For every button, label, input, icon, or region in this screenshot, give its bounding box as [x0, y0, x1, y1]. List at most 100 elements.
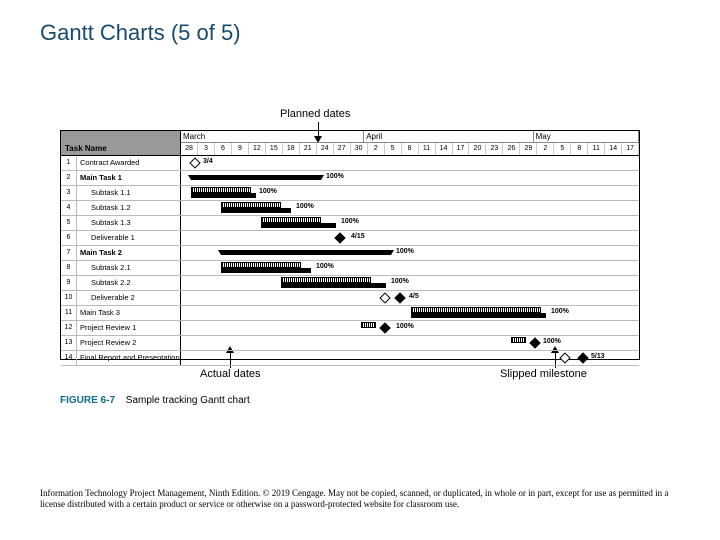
table-row: 1Contract Awarded3/4: [61, 156, 639, 171]
gantt-cell: 4/5: [181, 291, 639, 305]
gantt-bar: [221, 208, 291, 213]
day-label: 18: [283, 143, 300, 155]
bar-label: 100%: [543, 338, 561, 345]
milestone-icon: [394, 292, 405, 303]
milestone-icon: [559, 352, 570, 363]
day-label: 6: [215, 143, 232, 155]
bar-label: 4/5: [409, 293, 419, 300]
milestone-icon: [379, 322, 390, 333]
gantt-rows: 1Contract Awarded3/42Main Task 1100%3Sub…: [61, 156, 639, 366]
task-name: Main Task 3: [77, 306, 181, 320]
row-number: 1: [61, 156, 77, 170]
day-label: 8: [571, 143, 588, 155]
day-label: 17: [453, 143, 470, 155]
bar-label: 100%: [551, 308, 569, 315]
day-label: 5: [554, 143, 571, 155]
table-row: 13Project Review 2 100%: [61, 336, 639, 351]
row-number: 6: [61, 231, 77, 245]
task-name: Project Review 1: [77, 321, 181, 335]
table-row: 11Main Task 3 100%: [61, 306, 639, 321]
day-label: 15: [266, 143, 283, 155]
day-label: 30: [351, 143, 368, 155]
bar-label: 100%: [391, 278, 409, 285]
month-label: April: [364, 131, 533, 142]
task-name: Contract Awarded: [77, 156, 181, 170]
figure-text: Sample tracking Gantt chart: [126, 395, 250, 406]
milestone-icon: [577, 352, 588, 363]
row-number: 3: [61, 186, 77, 200]
bar-label: 100%: [296, 203, 314, 210]
gantt-cell: 3/4: [181, 156, 639, 170]
bar-label: 4/15: [351, 233, 365, 240]
task-name: Subtask 1.2: [77, 201, 181, 215]
day-label: 23: [486, 143, 503, 155]
gantt-cell: 100%: [181, 276, 639, 290]
day-label: 24: [317, 143, 334, 155]
table-row: 3Subtask 1.1100%: [61, 186, 639, 201]
day-label: 27: [334, 143, 351, 155]
day-label: 20: [469, 143, 486, 155]
figure-label: FIGURE 6-7: [60, 395, 115, 406]
task-name: Deliverable 1: [77, 231, 181, 245]
gantt-bar: [511, 337, 526, 343]
months-row: MarchAprilMay: [181, 131, 639, 143]
day-label: 11: [419, 143, 436, 155]
row-number: 12: [61, 321, 77, 335]
gantt-bar: [411, 313, 546, 318]
gantt-bar: [361, 322, 376, 328]
day-label: 14: [436, 143, 453, 155]
row-number: 8: [61, 261, 77, 275]
day-label: 26: [503, 143, 520, 155]
annotation-slipped: Slipped milestone: [500, 368, 587, 380]
table-row: 8Subtask 2.1100%: [61, 261, 639, 276]
gantt-header: Task Name MarchAprilMay 2836912151821242…: [61, 131, 639, 156]
milestone-icon: [379, 292, 390, 303]
calendar-header: MarchAprilMay 28369121518212427302581114…: [181, 131, 639, 155]
task-name: Subtask 1.1: [77, 186, 181, 200]
table-row: 4Subtask 1.2100%: [61, 201, 639, 216]
row-number: 14: [61, 351, 77, 365]
bar-label: 100%: [396, 248, 414, 255]
day-label: 12: [249, 143, 266, 155]
table-row: 5Subtask 1.3100%: [61, 216, 639, 231]
day-label: 2: [537, 143, 554, 155]
gantt-cell: 100%: [181, 246, 639, 260]
row-number: 7: [61, 246, 77, 260]
gantt-cell: 100%: [181, 321, 639, 335]
table-row: 7Main Task 2100%: [61, 246, 639, 261]
task-name: Subtask 1.3: [77, 216, 181, 230]
milestone-icon: [529, 337, 540, 348]
gantt-cell: 100%: [181, 216, 639, 230]
gantt-bar: [221, 250, 391, 255]
gantt-bar: [221, 268, 311, 273]
day-label: 9: [232, 143, 249, 155]
slide-title: Gantt Charts (5 of 5): [40, 20, 241, 46]
milestone-icon: [189, 157, 200, 168]
day-label: 5: [385, 143, 402, 155]
task-name: Project Review 2: [77, 336, 181, 350]
gantt-cell: 4/15: [181, 231, 639, 245]
day-label: 2: [368, 143, 385, 155]
gantt-bar: [191, 175, 321, 180]
table-row: 9Subtask 2.2100%: [61, 276, 639, 291]
task-name-header: Task Name: [61, 131, 181, 155]
gantt-cell: 100%: [181, 171, 639, 185]
day-label: 14: [605, 143, 622, 155]
bar-label: 100%: [326, 173, 344, 180]
table-row: 14Final Report and Presentation5/13: [61, 351, 639, 366]
row-number: 5: [61, 216, 77, 230]
month-label: May: [534, 131, 639, 142]
gantt-cell: 100%: [181, 261, 639, 275]
gantt-bar: [261, 223, 336, 228]
milestone-icon: [334, 232, 345, 243]
gantt-cell: 5/13: [181, 351, 639, 365]
annotation-actual: Actual dates: [200, 368, 261, 380]
bar-label: 100%: [316, 263, 334, 270]
bar-label: 100%: [396, 323, 414, 330]
row-number: 13: [61, 336, 77, 350]
day-label: 28: [181, 143, 198, 155]
task-name: Main Task 1: [77, 171, 181, 185]
row-number: 11: [61, 306, 77, 320]
gantt-bar: [281, 283, 386, 288]
row-number: 9: [61, 276, 77, 290]
